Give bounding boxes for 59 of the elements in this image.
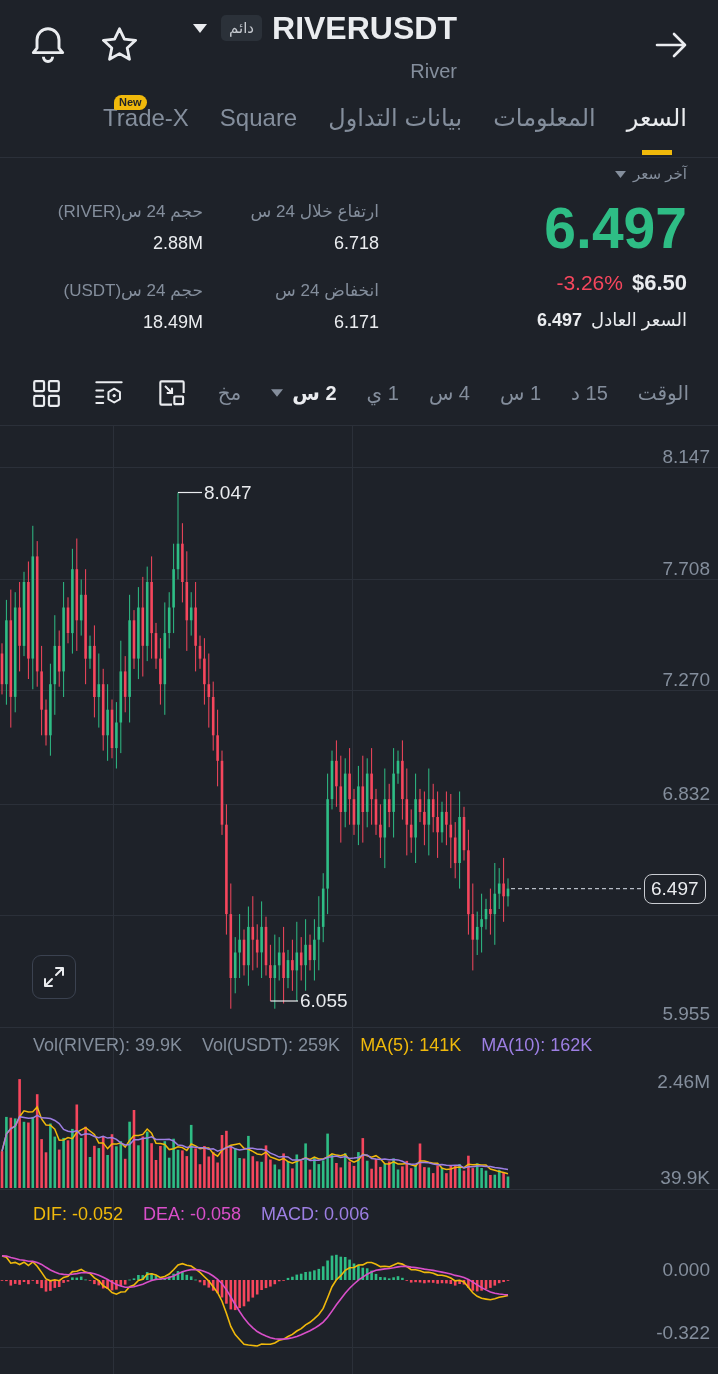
- interval-tab[interactable]: 2 س: [271, 381, 337, 405]
- volume-legend-item: MA(5): 141K: [360, 1034, 462, 1056]
- leader-line: [177, 491, 203, 494]
- tab[interactable]: Square: [219, 95, 298, 157]
- tab[interactable]: المعلومات: [493, 95, 596, 157]
- low-price-label: 6.055: [300, 990, 348, 1012]
- macd-axis-label: -0.322: [656, 1322, 710, 1344]
- fair-price-label: السعر العادل: [591, 309, 687, 332]
- volume-axis-label: 2.46M: [657, 1071, 710, 1093]
- last-price-tag: 6.497: [644, 873, 706, 904]
- grid-icon[interactable]: [33, 379, 60, 407]
- price-axis-label: 7.270: [662, 669, 710, 691]
- stat-value: 6.718: [333, 232, 379, 255]
- interval-tab[interactable]: 4 س: [428, 381, 470, 405]
- volume-legend-item: MA(10): 162K: [481, 1034, 593, 1056]
- stat-value: 2.88M: [152, 232, 203, 255]
- price-axis-label: 7.708: [662, 558, 710, 580]
- stat-value: 6.171: [333, 311, 379, 334]
- bell-icon[interactable]: [31, 27, 65, 64]
- interval-label: الوقت: [637, 381, 689, 405]
- price-axis-label: 6.832: [662, 783, 710, 805]
- arrow-icon[interactable]: [655, 32, 687, 58]
- contract-badge: دائم: [221, 15, 262, 41]
- leader-line: [269, 1000, 299, 1002]
- macd-legend-item: DIF: -0.052: [33, 1203, 124, 1225]
- high-price-label: 8.047: [204, 481, 252, 504]
- interval-tab[interactable]: 15 د: [571, 381, 608, 405]
- stat-label: ارتفاع خلال 24 س: [250, 201, 379, 223]
- macd-legend-item: MACD: 0.006: [261, 1203, 370, 1225]
- price-axis-label: 5.955: [662, 1003, 710, 1025]
- stat-label: انخفاض 24 س: [275, 280, 379, 302]
- volume-axis-label: 39.9K: [660, 1167, 710, 1189]
- caret-icon[interactable]: [193, 23, 207, 33]
- macd-legend-item: DEA: -0.058: [143, 1203, 242, 1225]
- expand-button[interactable]: [32, 955, 76, 999]
- volume-legend-item: Vol(USDT): 259K: [202, 1034, 341, 1056]
- hexagon-lines-icon[interactable]: [94, 380, 124, 406]
- usd-price: $6.50: [631, 270, 687, 296]
- price-axis-label: 8.147: [662, 446, 710, 468]
- star-icon[interactable]: [102, 27, 137, 61]
- interval-tab[interactable]: 1 ي: [366, 381, 399, 405]
- new-badge: New: [114, 95, 147, 110]
- macd-axis-label: 0.000: [662, 1259, 710, 1281]
- stat-value: 18.49M: [142, 311, 203, 334]
- expand-icon: [43, 966, 65, 988]
- tab[interactable]: بيانات التداول: [328, 95, 463, 157]
- frame-arrow-icon[interactable]: [158, 379, 186, 407]
- fair-price-value: 6.497: [537, 309, 583, 332]
- symbol-title: RIVERUSDT: [272, 9, 457, 47]
- volume-legend-item: Vol(RIVER): 39.9K: [33, 1034, 183, 1056]
- cut-off-tab[interactable]: مخ: [217, 381, 242, 405]
- caret-icon: [615, 170, 627, 178]
- price-change: -3.26%: [556, 270, 623, 296]
- stat-label: حجم 24 س(USDT): [63, 280, 203, 302]
- symbol-subtitle: River: [410, 59, 457, 83]
- last-price: 6.497: [544, 198, 687, 258]
- stat-label: حجم 24 س(RIVER): [57, 201, 203, 223]
- price-type-dropdown[interactable]: آخر سعر: [615, 164, 687, 184]
- interval-tab[interactable]: 1 س: [500, 381, 542, 405]
